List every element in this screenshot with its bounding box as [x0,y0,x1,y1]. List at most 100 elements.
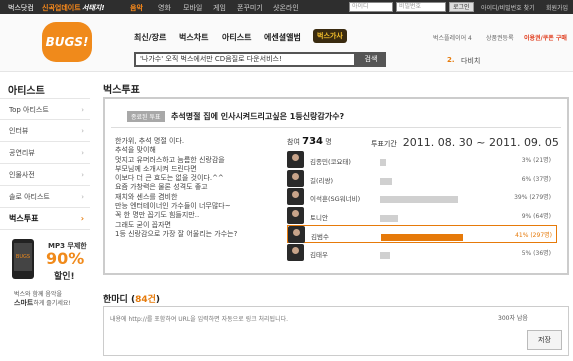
menu-mobile[interactable]: 모바일 [183,3,202,13]
page-title: 벅스투표 [103,85,140,96]
candidate-photo [288,226,305,243]
sidebar-item-label: 벅스투표 [9,214,39,223]
vote-divider [111,127,561,128]
candidate-vote-result: 9% (64명) [521,212,551,220]
gnb-latest-genre[interactable]: 최신/장르 [134,32,166,43]
search-input[interactable]: '나가수' 오직 벅스에서만 CD음질로 다운서비스! [134,52,356,67]
sidebar-item-label: 공연리뷰 [9,149,35,157]
vote-period-label: 투표기간 [371,140,397,148]
promo-discount: 90% [46,249,85,268]
candidate-vote-bar [380,159,386,166]
candidate-photo [287,151,304,168]
candidate-photo [287,188,304,205]
candidate-vote-result: 39% (279명) [514,194,551,201]
menu-game[interactable]: 게임 [213,3,226,13]
candidate-vote-result: 41% (297명) [515,232,552,239]
sidebar-item-interview[interactable]: 인터뷰 › [0,120,90,142]
candidate-row: 길(리쌍) 6% (37명) [287,169,557,188]
candidate-photo [287,206,304,224]
chevron-right-icon: › [81,149,84,157]
gnb-chart[interactable]: 벅스차트 [179,32,208,43]
candidate-photo [287,169,304,187]
vote-description-line: 요즘 가창력은 물론 성격도 좋고 [115,183,208,192]
candidate-name: 김범수 [311,233,329,241]
sidebar-item-concert-review[interactable]: 공연리뷰 › [0,142,90,164]
sidebar-item-people-dictionary[interactable]: 인물사전 › [0,164,90,186]
chevron-right-icon: › [81,127,84,135]
chevron-right-icon: › [80,214,84,223]
comment-section-title: 한마디 (84건) [103,295,161,305]
candidate-vote-bar [380,214,398,222]
bugs-player-link[interactable]: 벅스플레이어 4 [433,33,472,42]
sidebar-item-bugs-vote[interactable]: 벅스투표 › [0,208,90,230]
password-input[interactable]: 비밀번호 [396,2,446,12]
candidate-name: 김태우 [310,250,328,259]
candidate-vote-result: 5% (36명) [521,249,551,257]
participants-label: 참여 [287,138,300,146]
comment-count: 84건 [135,295,156,305]
vote-description-line: 한가위, 추석 명절 이다. [115,137,185,145]
vote-description-line: 추석을 맞이해 [115,146,156,155]
candidate-row: 토니안 9% (64명) [287,206,557,225]
candidate-vote-bar [380,251,390,259]
vote-period-info: 투표기간 2011. 08. 30 ~ 2011. 09. 05 [371,136,559,149]
candidate-name: 길(리쌍) [310,176,334,185]
sidebar-item-label: 인물사전 [9,171,35,179]
vote-description-line: 부모님께 소개시켜 드린다면 [115,164,197,173]
search-button[interactable]: 검색 [356,52,386,67]
vote-period: 2011. 08. 30 ~ 2011. 09. 05 [402,136,559,149]
participants-info: 참여 734 명 [287,136,332,147]
vote-description: 한가위, 추석 명절 이다. 추석을 맞이해 멋지고 유머러스하고 늠름한 신랑감을… [115,137,275,239]
menu-movie[interactable]: 영화 [158,3,171,13]
top-bar: 벅스닷컴 신곡업데이트 서태지! 음악 영화 모바일 게임 폰꾸미기 샷온라인 … [0,0,573,14]
tagline[interactable]: 서태지! [82,3,105,13]
gnb-essential-album[interactable]: 에센셜앨범 [264,32,301,43]
mp3-promo-banner[interactable]: BUGS MP3 무제한 90% 할인! 벅스와 함께 음악을 스마트하게 즐기… [8,235,88,335]
vote-status-badge: 종료된 투표 [127,111,165,122]
menu-music[interactable]: 음악 [130,3,143,13]
phone-image: BUGS [12,239,34,279]
candidate-row: 이석훈(SG워너비) 39% (279명) [287,188,557,206]
candidate-row: 김종민(코요태) 3% (21명) [287,151,557,169]
menu-shot-online[interactable]: 샷온라인 [273,3,299,13]
menu-phone-deco[interactable]: 폰꾸미기 [237,3,263,13]
sidebar-item-solo-artist[interactable]: 솔로 아티스트 › [0,186,90,208]
vote-description-line: 멋지고 유머러스하고 늠름한 신랑감을 [115,155,225,164]
login-button[interactable]: 로그인 [449,2,474,12]
chevron-right-icon: › [81,171,84,179]
vote-description-line: 그래도 굳이 꼽자면 [115,220,171,229]
sidebar-title: 아티스트 [8,86,45,97]
sidebar-item-label: Top 아티스트 [9,106,49,114]
sidebar-item-top-artist[interactable]: Top 아티스트 › [0,98,90,120]
sidebar-item-label: 인터뷰 [9,127,29,135]
update-notice[interactable]: 신곡업데이트 [42,3,81,13]
vote-description-line: 꼭 한 명만 꼽기도 힘들지만.. [115,211,200,220]
candidate-row: 김범수 41% (297명) [287,225,557,243]
gnb-bugs-lyrics[interactable]: 벅스가사 [313,29,347,43]
candidate-vote-bar [380,196,458,203]
gift-card-link[interactable]: 상품권등록 [486,33,514,42]
candidate-vote-result: 6% (37명) [521,175,551,183]
vote-description-line: 만능 엔터테이너인 가수들이 너무많다~ [115,202,231,211]
chevron-right-icon: › [81,193,84,201]
brand-link[interactable]: 벅스닷컴 [8,3,34,13]
realtime-rank-number: 2. [447,56,455,64]
find-account-link[interactable]: 아이디/비밀번호 찾기 [481,3,535,12]
id-input[interactable]: 아이디 [349,2,393,12]
comment-guide-text: 내용에 http://를 포함하여 URL을 입력하면 자동으로 링크 처리됩니… [110,316,289,323]
gnb-artist[interactable]: 아티스트 [222,32,251,43]
candidate-vote-bar [381,234,463,241]
voucher-link[interactable]: 이용권/쿠폰 구매 [524,33,567,42]
vote-description-line: 재치와 센스를 겸비한 [115,192,178,201]
realtime-rank-keyword[interactable]: 다비치 [461,56,480,66]
bugs-logo[interactable]: BUGS! [42,22,92,62]
comment-save-button[interactable]: 저장 [527,330,562,350]
candidate-name: 토니안 [310,213,328,222]
candidate-vote-result: 3% (21명) [521,157,551,164]
promo-discount-suffix: 할인! [54,272,75,282]
join-link[interactable]: 회원가입 [546,3,568,12]
vote-question: 추석명절 집에 인사시켜드리고싶은 1등신랑감가수? [171,112,345,121]
candidate-row: 김태우 5% (36명) [287,243,557,262]
participants-count: 734 [302,136,323,147]
candidate-name: 김종민(코요태) [310,158,351,166]
